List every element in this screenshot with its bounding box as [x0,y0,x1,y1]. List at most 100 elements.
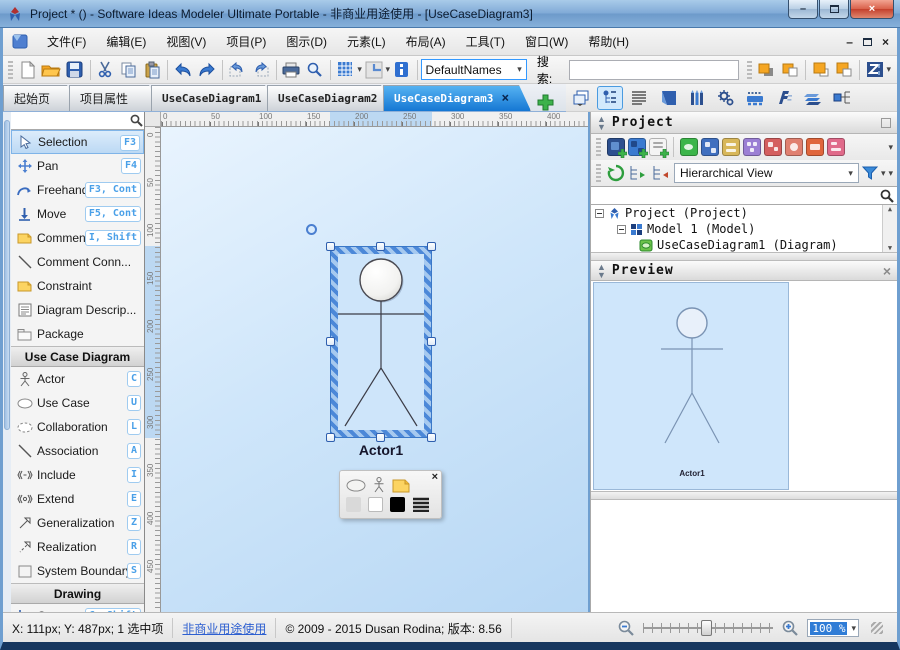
send-to-back-button[interactable] [778,58,802,82]
tree-filter-input[interactable] [591,188,879,203]
collapse-box-icon[interactable] [595,209,604,218]
zoom-percent-combo[interactable]: 100 % ▾ [807,619,859,637]
add-tab-button[interactable] [537,94,554,111]
mdi-close-button[interactable]: × [882,35,889,49]
color-swatch-white[interactable] [368,497,383,512]
undo-button[interactable] [171,58,195,82]
panel-splitter[interactable] [591,491,897,500]
mdi-minimize-button[interactable]: – [846,35,853,49]
slider-thumb[interactable] [701,620,712,636]
add-model-button[interactable] [628,138,646,156]
tab-usecasediagram1[interactable]: UseCaseDiagram1 [151,85,277,111]
zoom-button[interactable] [303,58,327,82]
redo-history-button[interactable] [249,58,273,82]
copy-button[interactable] [117,58,141,82]
tree-row-diagram[interactable]: UseCaseDiagram1 (Diagram) [591,237,897,252]
bring-to-front-button[interactable] [755,58,779,82]
save-button[interactable] [63,58,87,82]
colors-panel-button[interactable] [684,86,710,110]
palette-item-package[interactable]: Package [11,322,144,346]
zoom-in-button[interactable] [781,619,799,637]
palette-item-extend[interactable]: Extend E [11,487,144,511]
sequence-diagram-button[interactable] [743,138,761,156]
pin-icon[interactable] [881,118,891,128]
line-style-icon[interactable] [412,497,430,512]
resize-grip[interactable] [871,622,883,634]
close-button[interactable]: × [850,0,894,19]
menu-tools[interactable]: 工具(T) [456,29,515,54]
resize-handle-s[interactable] [376,433,385,442]
resize-handle-nw[interactable] [326,242,335,251]
refresh-button[interactable] [607,164,625,182]
search-input[interactable] [569,60,739,80]
color-swatch-black[interactable] [390,497,405,512]
float-panels-button[interactable] [568,86,594,110]
actor-tool-icon[interactable] [373,477,385,493]
bring-forward-button[interactable] [809,58,833,82]
class-diagram-button[interactable] [701,138,719,156]
scroll-up-icon[interactable]: ▲ [888,205,892,213]
palette-item-comment[interactable]: Comment I, Shift [11,226,144,250]
settings-panel-button[interactable] [713,86,739,110]
menu-layout[interactable]: 布局(A) [396,29,456,54]
palette-item-pan[interactable]: Pan F4 [11,154,144,178]
resize-handle-e[interactable] [427,337,436,346]
tab-usecasediagram3[interactable]: UseCaseDiagram3 × [383,85,531,111]
toolbar-overflow-arrow[interactable]: ▾ [888,168,893,179]
deployment-diagram-button[interactable] [806,138,824,156]
zoom-slider[interactable] [643,619,773,637]
tab-usecasediagram2[interactable]: UseCaseDiagram2 [267,85,393,111]
scroll-down-icon[interactable]: ▼ [888,244,892,252]
tree-row-project[interactable]: Project (Project) [591,205,897,221]
restore-button[interactable] [819,0,849,19]
preview-panel-header[interactable]: ▲▼ Preview × [591,261,897,281]
project-panel-header[interactable]: ▲▼ Project [591,112,897,134]
tab-project-properties[interactable]: 项目属性 [69,85,161,111]
palette-item-diagram-description[interactable]: Diagram Descrip... [11,298,144,322]
new-button[interactable] [16,58,40,82]
palette-item-freehand[interactable]: Freehand F3, Cont [11,178,144,202]
filter-button[interactable] [862,165,878,181]
menu-project[interactable]: 项目(P) [216,29,276,54]
send-backward-button[interactable] [832,58,856,82]
resize-handle-w[interactable] [326,337,335,346]
actor-shape[interactable] [338,254,424,430]
palette-item-comment-connector[interactable]: Comment Conn... [11,250,144,274]
resize-handle-ne[interactable] [427,242,436,251]
mdi-restore-button[interactable] [863,38,872,46]
resize-handle-n[interactable] [376,242,385,251]
cut-button[interactable] [94,58,118,82]
menu-edit[interactable]: 编辑(E) [96,29,156,54]
palette-scrollbar-thumb[interactable] [4,120,10,430]
tab-close-icon[interactable]: × [501,91,509,106]
add-project-button[interactable] [607,138,625,156]
tree-scrollbar[interactable]: ▲ ▼ [882,205,897,252]
undo-history-button[interactable] [225,58,249,82]
component-diagram-button[interactable] [785,138,803,156]
color-swatch-gray[interactable] [346,497,361,512]
palette-item-constraint[interactable]: Constraint [11,274,144,298]
collapse-all-button[interactable] [651,164,671,182]
styles-panel-button[interactable] [655,86,681,110]
menu-help[interactable]: 帮助(H) [578,29,639,54]
palette-item-move[interactable]: Move F5, Cont [11,202,144,226]
close-icon[interactable]: × [432,471,438,483]
palette-item-selection[interactable]: Selection F3 [11,130,144,154]
palette-item-connector[interactable]: Conne C, Shift [11,604,144,612]
menu-element[interactable]: 元素(L) [337,29,396,54]
palette-item-realization[interactable]: Realization R [11,535,144,559]
menu-window[interactable]: 窗口(W) [515,29,578,54]
diagram-explorer-panel-button[interactable] [829,86,855,110]
filter-dropdown-arrow[interactable]: ▾ [881,168,886,179]
resize-handle-sw[interactable] [326,433,335,442]
palette-item-association[interactable]: Association A [11,439,144,463]
comment-tool-icon[interactable] [392,478,410,493]
list-panel-button[interactable] [626,86,652,110]
state-diagram-button[interactable] [764,138,782,156]
layers-panel-button[interactable] [800,86,826,110]
add-diagram-button[interactable] [649,138,667,156]
print-button[interactable] [280,58,304,82]
resize-handle-se[interactable] [427,433,436,442]
redo-button[interactable] [195,58,219,82]
selection-frame[interactable] [330,246,432,438]
